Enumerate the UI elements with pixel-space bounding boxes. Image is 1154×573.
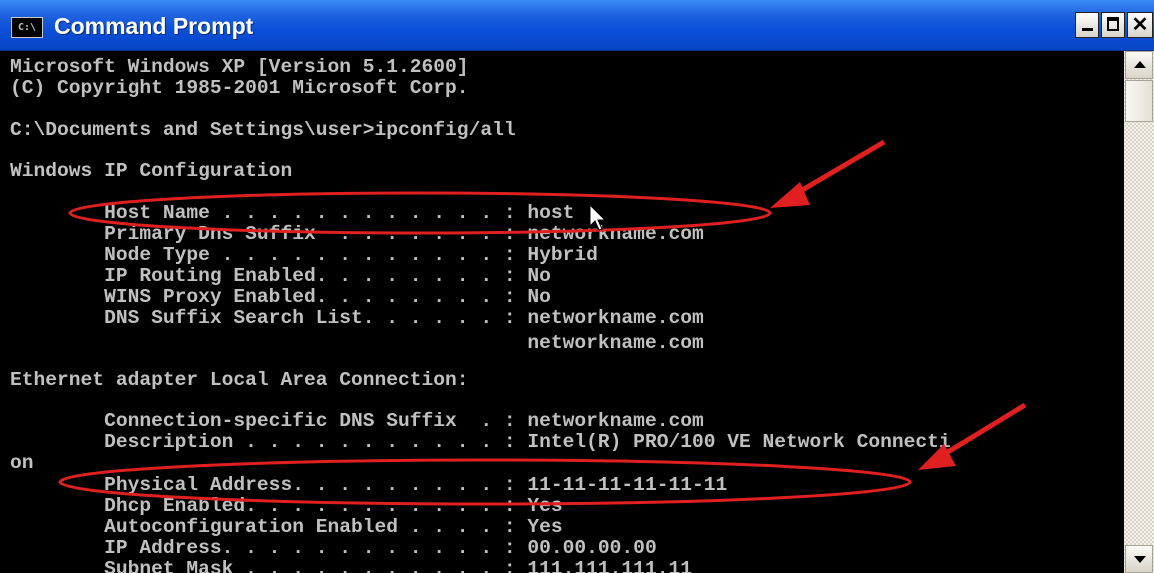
console-line-host-name: Host Name . . . . . . . . . . . . : host bbox=[10, 202, 575, 224]
console-line: Subnet Mask . . . . . . . . . . . : 111.… bbox=[10, 558, 692, 573]
console-line: Connection-specific DNS Suffix . : netwo… bbox=[10, 410, 704, 432]
console-line: Microsoft Windows XP [Version 5.1.2600] bbox=[10, 56, 469, 78]
command-prompt-window: C:\ Command Prompt ✕ Microsoft Windows X… bbox=[0, 0, 1154, 573]
scroll-up-button[interactable] bbox=[1125, 51, 1153, 79]
console-line: Dhcp Enabled. . . . . . . . . . . : Yes bbox=[10, 495, 563, 517]
console-line-physical-address: Physical Address. . . . . . . . . : 11-1… bbox=[10, 474, 728, 496]
console-line: on bbox=[10, 452, 34, 474]
console-line: IP Address. . . . . . . . . . . . : 00.0… bbox=[10, 537, 657, 559]
close-button[interactable]: ✕ bbox=[1127, 12, 1153, 38]
close-icon: ✕ bbox=[1131, 14, 1149, 36]
minimize-button[interactable] bbox=[1075, 12, 1099, 38]
scroll-thumb[interactable] bbox=[1125, 80, 1153, 122]
window-title: Command Prompt bbox=[54, 13, 254, 39]
title-bar[interactable]: C:\ Command Prompt ✕ bbox=[0, 0, 1154, 51]
console-line: Autoconfiguration Enabled . . . . : Yes bbox=[10, 516, 563, 538]
console-line: Node Type . . . . . . . . . . . . : Hybr… bbox=[10, 244, 598, 266]
console-line: Ethernet adapter Local Area Connection: bbox=[10, 369, 469, 391]
command-prompt-icon[interactable]: C:\ bbox=[11, 17, 43, 38]
console-line: networkname.com bbox=[10, 332, 704, 354]
scroll-down-button[interactable] bbox=[1125, 545, 1153, 573]
console-output[interactable]: Microsoft Windows XP [Version 5.1.2600] … bbox=[0, 51, 1124, 573]
console-line: Windows IP Configuration bbox=[10, 160, 293, 182]
maximize-button[interactable] bbox=[1101, 12, 1125, 38]
console-line: (C) Copyright 1985-2001 Microsoft Corp. bbox=[10, 77, 469, 99]
console-line: IP Routing Enabled. . . . . . . . : No bbox=[10, 265, 551, 287]
console-line: Primary Dns Suffix . . . . . . . : netwo… bbox=[10, 223, 704, 245]
vertical-scrollbar[interactable] bbox=[1124, 51, 1154, 573]
console-line: WINS Proxy Enabled. . . . . . . . : No bbox=[10, 286, 551, 308]
console-line: C:\Documents and Settings\user>ipconfig/… bbox=[10, 119, 516, 141]
console-line: DNS Suffix Search List. . . . . . : netw… bbox=[10, 307, 704, 329]
console-line: Description . . . . . . . . . . . : Inte… bbox=[10, 431, 951, 453]
